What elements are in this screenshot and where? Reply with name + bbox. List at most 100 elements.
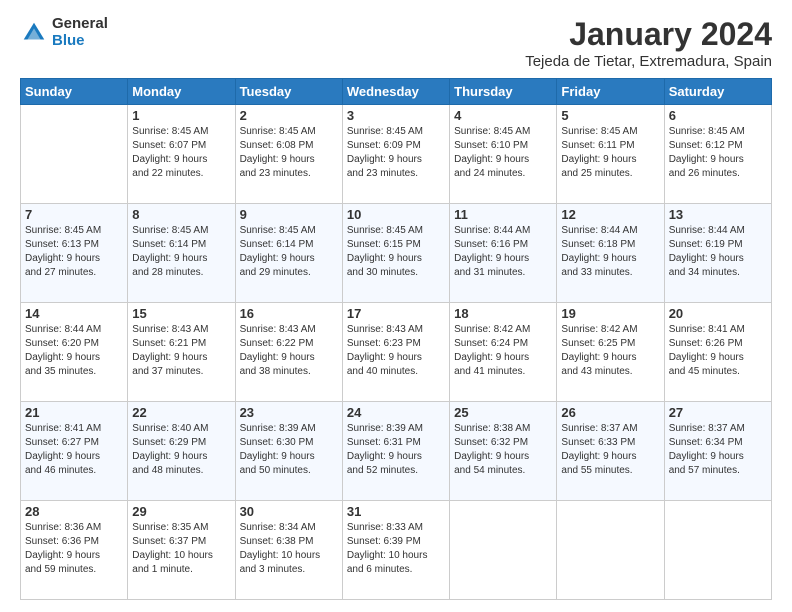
day-number: 6 — [669, 108, 767, 123]
header: General Blue January 2024 Tejeda de Tiet… — [20, 16, 772, 70]
table-row: 5Sunrise: 8:45 AM Sunset: 6:11 PM Daylig… — [557, 105, 664, 204]
table-row: 19 Sunrise: 8:42 AM Sunset: 6:25 PM Dayli… — [557, 303, 664, 402]
table-row: 17 Sunrise: 8:43 AM Sunset: 6:23 PM Dayli… — [342, 303, 449, 402]
day-content: Sunrise: 8:43 AM Sunset: 6:23 PM Dayligh… — [347, 323, 445, 379]
table-row: 26 Sunrise: 8:37 AM Sunset: 6:33 PM Dayli… — [557, 402, 664, 501]
table-row: 31 Sunrise: 8:33 AM Sunset: 6:39 PM Dayli… — [342, 501, 449, 600]
table-row: 18 Sunrise: 8:42 AM Sunset: 6:24 PM Dayli… — [450, 303, 557, 402]
table-row: 21 Sunrise: 8:41 AM Sunset: 6:27 PM Dayli… — [21, 402, 128, 501]
logo-icon — [20, 19, 48, 47]
table-row: 2Sunrise: 8:45 AM Sunset: 6:08 PM Daylig… — [235, 105, 342, 204]
day-number: 16 — [240, 306, 338, 321]
page-subtitle: Tejeda de Tietar, Extremadura, Spain — [525, 53, 772, 70]
day-content: Sunrise: 8:45 AM Sunset: 6:12 PM Dayligh… — [669, 125, 767, 181]
day-number: 25 — [454, 405, 552, 420]
table-row: 30Sunrise: 8:34 AM Sunset: 6:38 PM Dayli… — [235, 501, 342, 600]
day-content: Sunrise: 8:42 AM Sunset: 6:24 PM Dayligh… — [454, 323, 552, 379]
table-row: 3 Sunrise: 8:45 AM Sunset: 6:09 PM Daylig… — [342, 105, 449, 204]
day-number: 3 — [347, 108, 445, 123]
table-row — [21, 105, 128, 204]
day-content: Sunrise: 8:41 AM Sunset: 6:27 PM Dayligh… — [25, 422, 123, 478]
day-content: Sunrise: 8:45 AM Sunset: 6:10 PM Dayligh… — [454, 125, 552, 181]
day-content: Sunrise: 8:45 AM Sunset: 6:09 PM Dayligh… — [347, 125, 445, 181]
table-row — [664, 501, 771, 600]
day-content: Sunrise: 8:39 AM Sunset: 6:31 PM Dayligh… — [347, 422, 445, 478]
day-content: Sunrise: 8:43 AM Sunset: 6:21 PM Dayligh… — [132, 323, 230, 379]
day-number: 31 — [347, 504, 445, 519]
calendar-header-row: Sunday Monday Tuesday Wednesday Thursday… — [21, 79, 772, 105]
day-content: Sunrise: 8:44 AM Sunset: 6:18 PM Dayligh… — [561, 224, 659, 280]
table-row — [450, 501, 557, 600]
calendar-week-2: 7Sunrise: 8:45 AM Sunset: 6:13 PM Daylig… — [21, 204, 772, 303]
day-content: Sunrise: 8:44 AM Sunset: 6:20 PM Dayligh… — [25, 323, 123, 379]
title-block: January 2024 Tejeda de Tietar, Extremadu… — [525, 16, 772, 70]
day-content: Sunrise: 8:33 AM Sunset: 6:39 PM Dayligh… — [347, 521, 445, 577]
day-number: 22 — [132, 405, 230, 420]
day-content: Sunrise: 8:45 AM Sunset: 6:15 PM Dayligh… — [347, 224, 445, 280]
day-number: 19 — [561, 306, 659, 321]
table-row: 10Sunrise: 8:45 AM Sunset: 6:15 PM Dayli… — [342, 204, 449, 303]
day-number: 8 — [132, 207, 230, 222]
day-content: Sunrise: 8:43 AM Sunset: 6:22 PM Dayligh… — [240, 323, 338, 379]
table-row: 13 Sunrise: 8:44 AM Sunset: 6:19 PM Dayli… — [664, 204, 771, 303]
day-content: Sunrise: 8:35 AM Sunset: 6:37 PM Dayligh… — [132, 521, 230, 577]
day-number: 21 — [25, 405, 123, 420]
col-tuesday: Tuesday — [235, 79, 342, 105]
table-row: 12Sunrise: 8:44 AM Sunset: 6:18 PM Dayli… — [557, 204, 664, 303]
day-content: Sunrise: 8:41 AM Sunset: 6:26 PM Dayligh… — [669, 323, 767, 379]
table-row — [557, 501, 664, 600]
col-friday: Friday — [557, 79, 664, 105]
day-number: 13 — [669, 207, 767, 222]
day-content: Sunrise: 8:42 AM Sunset: 6:25 PM Dayligh… — [561, 323, 659, 379]
col-wednesday: Wednesday — [342, 79, 449, 105]
day-number: 17 — [347, 306, 445, 321]
day-number: 26 — [561, 405, 659, 420]
day-content: Sunrise: 8:44 AM Sunset: 6:19 PM Dayligh… — [669, 224, 767, 280]
day-number: 4 — [454, 108, 552, 123]
day-number: 15 — [132, 306, 230, 321]
table-row: 14 Sunrise: 8:44 AM Sunset: 6:20 PM Dayli… — [21, 303, 128, 402]
calendar-week-1: 1 Sunrise: 8:45 AM Sunset: 6:07 PM Daylig… — [21, 105, 772, 204]
day-number: 29 — [132, 504, 230, 519]
day-content: Sunrise: 8:45 AM Sunset: 6:14 PM Dayligh… — [132, 224, 230, 280]
day-content: Sunrise: 8:45 AM Sunset: 6:08 PM Dayligh… — [240, 125, 338, 181]
page: General Blue January 2024 Tejeda de Tiet… — [0, 0, 792, 612]
calendar-table: Sunday Monday Tuesday Wednesday Thursday… — [20, 78, 772, 600]
day-content: Sunrise: 8:40 AM Sunset: 6:29 PM Dayligh… — [132, 422, 230, 478]
table-row: 23 Sunrise: 8:39 AM Sunset: 6:30 PM Dayli… — [235, 402, 342, 501]
day-content: Sunrise: 8:37 AM Sunset: 6:34 PM Dayligh… — [669, 422, 767, 478]
day-number: 20 — [669, 306, 767, 321]
day-content: Sunrise: 8:39 AM Sunset: 6:30 PM Dayligh… — [240, 422, 338, 478]
table-row: 9 Sunrise: 8:45 AM Sunset: 6:14 PM Daylig… — [235, 204, 342, 303]
page-title: January 2024 — [525, 16, 772, 53]
day-number: 27 — [669, 405, 767, 420]
logo-line1: General — [52, 16, 108, 33]
day-content: Sunrise: 8:37 AM Sunset: 6:33 PM Dayligh… — [561, 422, 659, 478]
table-row: 6 Sunrise: 8:45 AM Sunset: 6:12 PM Daylig… — [664, 105, 771, 204]
logo-text: General Blue — [52, 16, 108, 49]
day-content: Sunrise: 8:34 AM Sunset: 6:38 PM Dayligh… — [240, 521, 338, 577]
table-row: 28Sunrise: 8:36 AM Sunset: 6:36 PM Dayli… — [21, 501, 128, 600]
day-content: Sunrise: 8:45 AM Sunset: 6:14 PM Dayligh… — [240, 224, 338, 280]
day-content: Sunrise: 8:36 AM Sunset: 6:36 PM Dayligh… — [25, 521, 123, 577]
table-row: 15 Sunrise: 8:43 AM Sunset: 6:21 PM Dayli… — [128, 303, 235, 402]
day-content: Sunrise: 8:45 AM Sunset: 6:11 PM Dayligh… — [561, 125, 659, 181]
day-number: 7 — [25, 207, 123, 222]
day-number: 1 — [132, 108, 230, 123]
table-row: 24 Sunrise: 8:39 AM Sunset: 6:31 PM Dayli… — [342, 402, 449, 501]
day-content: Sunrise: 8:45 AM Sunset: 6:07 PM Dayligh… — [132, 125, 230, 181]
day-number: 23 — [240, 405, 338, 420]
day-number: 24 — [347, 405, 445, 420]
col-saturday: Saturday — [664, 79, 771, 105]
table-row: 8 Sunrise: 8:45 AM Sunset: 6:14 PM Daylig… — [128, 204, 235, 303]
table-row: 1 Sunrise: 8:45 AM Sunset: 6:07 PM Daylig… — [128, 105, 235, 204]
col-thursday: Thursday — [450, 79, 557, 105]
logo: General Blue — [20, 16, 108, 49]
day-number: 11 — [454, 207, 552, 222]
day-number: 14 — [25, 306, 123, 321]
day-number: 9 — [240, 207, 338, 222]
table-row: 11Sunrise: 8:44 AM Sunset: 6:16 PM Dayli… — [450, 204, 557, 303]
calendar-week-3: 14 Sunrise: 8:44 AM Sunset: 6:20 PM Dayli… — [21, 303, 772, 402]
day-number: 18 — [454, 306, 552, 321]
calendar-week-4: 21 Sunrise: 8:41 AM Sunset: 6:27 PM Dayli… — [21, 402, 772, 501]
